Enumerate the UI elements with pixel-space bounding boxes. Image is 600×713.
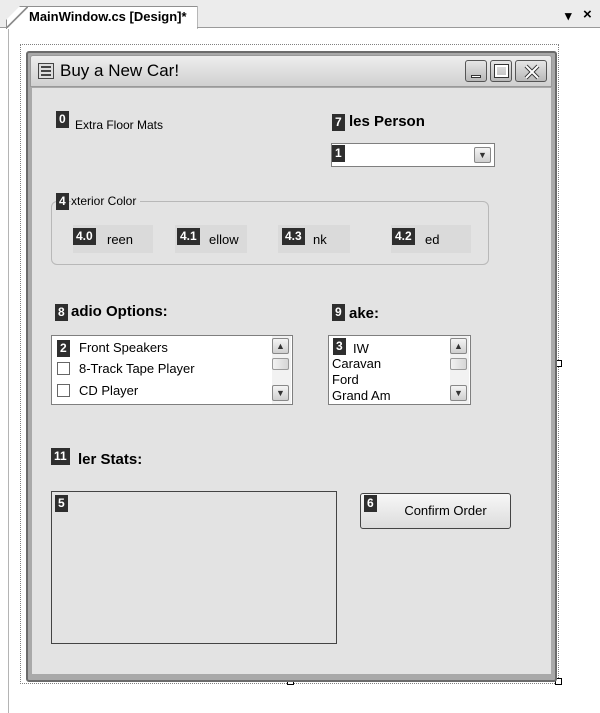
radio-options-label: adio Options: — [71, 303, 168, 320]
close-button[interactable] — [515, 60, 547, 82]
list-item: 8-Track Tape Player — [79, 361, 195, 376]
confirm-order-button[interactable]: Confirm Order — [360, 493, 511, 529]
extra-floor-mats-checkbox[interactable]: Extra Floor Mats — [75, 118, 163, 132]
scroll-thumb[interactable] — [272, 358, 289, 370]
tab-order-badge: 3 — [333, 338, 346, 355]
scroll-thumb[interactable] — [450, 358, 467, 370]
exterior-color-group-title: xterior Color — [71, 194, 141, 208]
confirm-order-label: Confirm Order — [404, 503, 487, 518]
list-item[interactable]: Grand Am — [332, 388, 391, 403]
minimize-button[interactable] — [465, 60, 487, 82]
document-tab[interactable]: MainWindow.cs [Design]* — [6, 6, 198, 29]
radio-pink-label: nk — [313, 232, 327, 247]
list-item[interactable]: IW — [353, 341, 369, 356]
scroll-down-icon[interactable]: ▼ — [450, 385, 467, 401]
list-item[interactable]: Ford — [332, 372, 359, 387]
scroll-up-icon[interactable]: ▲ — [450, 338, 467, 354]
radio-yellow-label: ellow — [209, 232, 239, 247]
tab-order-badge: 8 — [55, 304, 68, 321]
tab-order-badge: 1 — [332, 145, 345, 162]
checkbox[interactable] — [57, 362, 70, 375]
radio-green-label: reen — [107, 232, 134, 247]
tab-order-badge: 4.1 — [177, 228, 200, 245]
order-stats-label: ler Stats: — [78, 451, 143, 468]
order-stats-panel — [51, 491, 337, 644]
list-item: Front Speakers — [79, 340, 168, 355]
form-app-icon — [38, 63, 54, 79]
chevron-down-icon[interactable]: ▼ — [474, 147, 491, 163]
tab-order-badge: 4.3 — [282, 228, 305, 245]
tab-order-badge: 11 — [51, 448, 70, 465]
make-listbox[interactable]: IW Caravan Ford Grand Am ▲ ▼ — [328, 335, 471, 405]
tab-order-badge: 2 — [57, 340, 70, 357]
form-title: Buy a New Car! — [60, 61, 180, 80]
make-label: ake: — [349, 305, 380, 322]
tab-order-badge: 9 — [332, 304, 345, 321]
scroll-down-icon[interactable]: ▼ — [272, 385, 289, 401]
tab-order-badge: 0 — [56, 111, 69, 128]
tab-order-badge: 5 — [55, 495, 68, 512]
make-scrollbar[interactable]: ▲ ▼ — [450, 336, 469, 404]
radio-options-scrollbar[interactable]: ▲ ▼ — [272, 336, 291, 404]
maximize-button[interactable] — [490, 60, 512, 82]
document-tab-edge — [6, 6, 28, 28]
checkbox[interactable] — [57, 384, 70, 397]
tab-order-badge: 7 — [332, 114, 345, 131]
minimize-icon — [471, 75, 481, 78]
tab-order-badge: 4.0 — [73, 228, 96, 245]
close-icon — [524, 64, 540, 80]
close-document-icon[interactable]: × — [583, 6, 592, 23]
sales-person-label: les Person — [349, 113, 425, 130]
list-item[interactable]: Caravan — [332, 356, 381, 371]
window-list-dropdown-icon[interactable]: ▾ — [565, 8, 572, 24]
tab-order-badge: 6 — [364, 495, 377, 512]
sales-person-combo[interactable]: ▼ — [331, 143, 495, 167]
radio-red-label: ed — [425, 232, 440, 247]
tab-order-badge: 4 — [56, 193, 69, 210]
scroll-up-icon[interactable]: ▲ — [272, 338, 289, 354]
maximize-icon — [494, 64, 509, 78]
tab-order-badge: 4.2 — [392, 228, 415, 245]
list-item: CD Player — [79, 383, 139, 398]
